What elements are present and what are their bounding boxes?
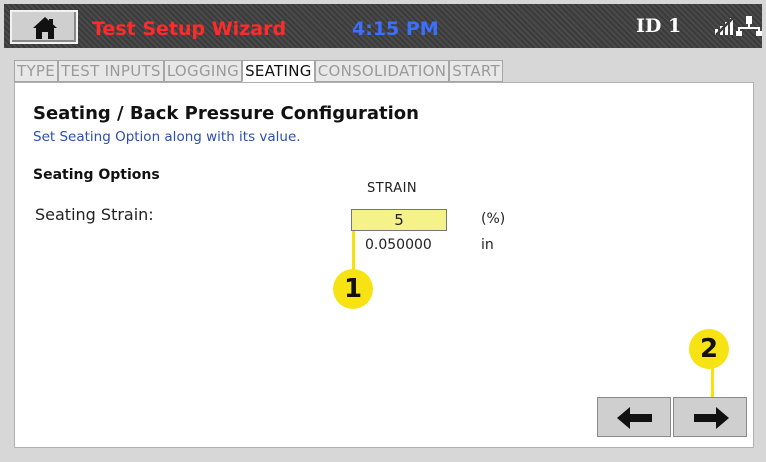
page-heading: Seating / Back Pressure Configuration: [33, 103, 419, 124]
back-button[interactable]: [597, 397, 671, 437]
tab-logging[interactable]: LOGGING: [163, 60, 243, 82]
section-title: Seating Options: [33, 167, 160, 183]
clock-time: 4:15 PM: [352, 18, 439, 40]
column-header: STRAIN: [367, 181, 418, 196]
tab-type[interactable]: TYPE: [14, 60, 59, 82]
signal-off-icon: [715, 16, 735, 36]
next-button[interactable]: [673, 397, 747, 437]
seating-panel: Seating / Back Pressure Configuration Se…: [14, 82, 754, 448]
home-icon: [33, 17, 57, 39]
arrow-left-icon: [617, 407, 652, 429]
seating-strain-input[interactable]: 5: [351, 209, 447, 231]
device-id: ID 1: [636, 15, 682, 37]
tab-test-inputs[interactable]: TEST INPUTS: [58, 60, 164, 82]
network-icon: [736, 16, 762, 36]
tab-seating[interactable]: SEATING: [242, 60, 315, 82]
strain-unit: (%): [481, 211, 506, 227]
page-subtitle: Set Seating Option along with its value.: [33, 129, 301, 145]
arrow-right-icon: [694, 407, 729, 429]
window-title: Test Setup Wizard: [92, 18, 287, 40]
tab-consolidation[interactable]: CONSOLIDATION: [314, 60, 450, 82]
seating-computed-value: 0.050000: [365, 237, 432, 253]
tab-start[interactable]: START: [449, 60, 503, 82]
app-window: Test Setup Wizard 4:15 PM ID 1 TYPE TEST…: [0, 0, 766, 462]
callout-2-line: [711, 367, 714, 397]
title-bar: Test Setup Wizard 4:15 PM ID 1: [4, 4, 762, 48]
seating-strain-label: Seating Strain:: [35, 205, 154, 224]
callout-1-line: [352, 231, 355, 271]
callout-1-badge: 1: [333, 269, 373, 309]
home-button[interactable]: [10, 10, 78, 44]
callout-2-badge: 2: [689, 329, 729, 369]
tab-strip: TYPE TEST INPUTS LOGGING SEATING CONSOLI…: [14, 60, 503, 82]
computed-unit: in: [481, 237, 494, 253]
